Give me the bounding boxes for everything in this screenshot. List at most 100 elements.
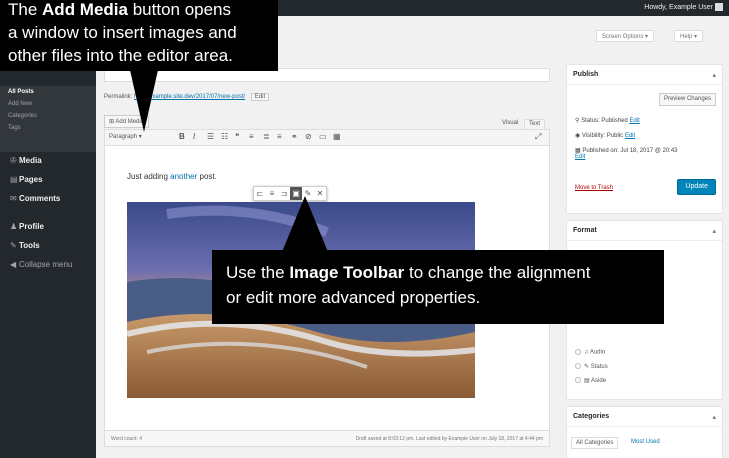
fullscreen-icon[interactable]: ⤢	[535, 132, 541, 142]
menu-tools[interactable]: ✎ Tools	[10, 241, 40, 250]
tools-icon: ✎	[10, 241, 17, 250]
submenu-tags[interactable]: Tags	[8, 125, 21, 131]
media-icon: ✇	[10, 156, 17, 165]
callout-line-3: other files into the editor area.	[8, 46, 233, 65]
posts-submenu	[0, 86, 96, 152]
update-button[interactable]: Update	[677, 179, 716, 195]
image-align-center-icon[interactable]: ≡	[266, 187, 278, 200]
format-option-label: Aside	[591, 378, 607, 384]
more-icon[interactable]: ▭	[319, 132, 327, 141]
image-toolbar-callout: Use the Image Toolbar to change the alig…	[212, 250, 664, 324]
comments-icon: ✉	[10, 194, 17, 203]
add-media-pointer	[130, 70, 158, 132]
radio-icon	[575, 363, 581, 370]
bold-icon[interactable]: B	[179, 132, 185, 141]
format-select[interactable]: Paragraph ▾	[109, 133, 142, 140]
published-on-text: Published on: Jul 18, 2017 @ 20:43	[582, 148, 678, 154]
format-header[interactable]: Format ▴	[567, 221, 722, 241]
avatar	[715, 3, 723, 11]
categories-toggle-icon[interactable]: ▴	[712, 413, 716, 421]
menu-collapse[interactable]: ◀ Collapse menu	[10, 260, 72, 269]
categories-title: Categories	[573, 413, 610, 420]
blockquote-icon[interactable]: ❝	[235, 132, 239, 141]
callout-line-1: The Add Media button opens	[8, 0, 270, 21]
menu-label: Pages	[19, 175, 43, 184]
add-media-callout: The Add Media button opens a window to i…	[0, 0, 278, 71]
tab-most-used[interactable]: Most Used	[627, 437, 664, 447]
menu-label: Comments	[19, 194, 61, 203]
callout-bold: Add Media	[42, 0, 128, 19]
callout-text: Use the	[226, 263, 290, 282]
publish-header[interactable]: Publish ▴	[567, 65, 722, 85]
menu-pages[interactable]: ▤Pages	[10, 175, 43, 184]
published-on-row: ▦ Published on: Jul 18, 2017 @ 20:43 Edit	[575, 147, 678, 160]
format-option-audio[interactable]: ♫ Audio	[575, 349, 605, 356]
editor-toolbar: Paragraph ▾ B I ☰ ☷ ❝ ≡ ≣ ≡ ⚭ ⊘ ▭ ▦ ⤢	[105, 130, 549, 146]
menu-label: Media	[19, 156, 42, 165]
draft-saved-status: Draft saved at 8:03:12 pm. Last edited b…	[355, 436, 543, 442]
categories-header[interactable]: Categories ▴	[567, 407, 722, 427]
format-option-label: Status	[590, 364, 608, 370]
submenu-all-posts[interactable]: All Posts	[8, 89, 34, 95]
numbered-list-icon[interactable]: ☷	[221, 132, 228, 141]
status-row: ⚲ Status: Published Edit	[575, 117, 640, 124]
format-option-status[interactable]: ✎ Status	[575, 363, 608, 370]
format-toggle-icon[interactable]: ▴	[712, 227, 716, 235]
callout-bold: Image Toolbar	[289, 263, 405, 282]
image-toolbar-pointer	[282, 196, 328, 252]
unlink-icon[interactable]: ⊘	[305, 132, 312, 141]
permalink-edit-button[interactable]: Edit	[250, 93, 270, 101]
pages-icon: ▤	[10, 175, 18, 184]
admin-sidebar: All Posts Add New Categories Tags ✇ Media…	[0, 16, 96, 458]
help-button[interactable]: Help ▾	[674, 30, 704, 42]
menu-comments[interactable]: ✉ Comments	[10, 194, 60, 203]
format-select-label: Paragraph	[109, 134, 138, 140]
word-count: Word count: 4	[111, 436, 143, 442]
format-select-icon: ▾	[138, 134, 142, 140]
status-text: Status: Published	[581, 118, 628, 124]
screen-options-button[interactable]: Screen Options ▾	[596, 30, 655, 42]
align-right-icon[interactable]: ≡	[277, 132, 282, 141]
link-icon[interactable]: ⚭	[291, 132, 298, 141]
toolbar-toggle-icon[interactable]: ▦	[333, 132, 341, 141]
howdy-label: Howdy, Example User	[644, 3, 713, 11]
italic-icon[interactable]: I	[193, 132, 195, 141]
editor-status-bar: Word count: 4 Draft saved at 8:03:12 pm.…	[105, 430, 549, 446]
menu-label: Tools	[19, 241, 40, 250]
howdy-menu[interactable]: Howdy, Example User	[644, 3, 723, 11]
submenu-add-new[interactable]: Add New	[8, 101, 32, 107]
submenu-categories[interactable]: Categories	[8, 113, 37, 119]
post-content[interactable]: Just adding another post.	[127, 172, 217, 181]
align-left-icon[interactable]: ≡	[249, 132, 254, 141]
publish-toggle-icon[interactable]: ▴	[712, 71, 716, 79]
visibility-edit-link[interactable]: Edit	[625, 133, 635, 139]
format-option-label: Audio	[589, 349, 606, 356]
preview-changes-button[interactable]: Preview Changes	[658, 93, 716, 106]
menu-profile[interactable]: ♟ Profile	[10, 222, 44, 231]
menu-label: Profile	[19, 222, 44, 231]
visibility-icon: ◉	[575, 133, 582, 139]
aside-icon: ▤	[584, 378, 592, 384]
publish-box: Publish ▴ Preview Changes ⚲ Status: Publi…	[566, 64, 723, 214]
align-center-icon[interactable]: ≣	[263, 132, 270, 141]
visibility-row: ◉ Visibility: Public Edit	[575, 132, 635, 139]
main-content: Screen Options ▾ Help ▾ Permalink: http:…	[96, 16, 729, 458]
radio-icon	[575, 349, 581, 355]
bullet-list-icon[interactable]: ☰	[207, 132, 214, 141]
pointer-shape	[130, 70, 158, 132]
format-option-aside[interactable]: ▤ Aside	[575, 377, 606, 384]
menu-media[interactable]: ✇ Media	[10, 156, 42, 165]
visibility-text: Visibility: Public	[581, 133, 624, 139]
status-format-icon: ✎	[584, 364, 591, 370]
content-text-before: Just adding	[127, 172, 171, 181]
callout-line-2: or edit more advanced properties.	[226, 288, 481, 307]
status-edit-link[interactable]: Edit	[629, 118, 639, 124]
callout-line-2: a window to insert images and	[8, 23, 237, 42]
move-to-trash-link[interactable]: Move to Trash	[575, 185, 613, 191]
image-align-left-icon[interactable]: ⊏	[254, 187, 266, 200]
callout-text: The	[8, 0, 43, 19]
published-edit-link[interactable]: Edit	[575, 154, 585, 160]
format-title: Format	[573, 227, 597, 234]
profile-icon: ♟	[10, 222, 18, 231]
tab-all-categories[interactable]: All Categories	[571, 437, 619, 449]
